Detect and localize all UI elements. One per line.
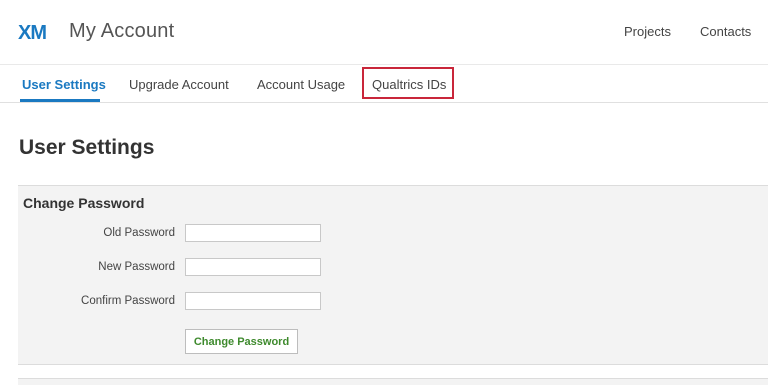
top-bar: XM My Account Projects Contacts bbox=[0, 0, 768, 64]
xm-logo[interactable]: XM bbox=[18, 21, 56, 43]
tab-account-usage[interactable]: Account Usage bbox=[257, 77, 345, 92]
old-password-label: Old Password bbox=[103, 227, 175, 239]
change-password-button[interactable]: Change Password bbox=[185, 329, 298, 354]
new-password-field[interactable] bbox=[185, 258, 321, 276]
change-password-title: Change Password bbox=[23, 195, 145, 211]
tab-upgrade-account[interactable]: Upgrade Account bbox=[129, 77, 229, 92]
tab-user-settings[interactable]: User Settings bbox=[22, 77, 106, 92]
new-password-label: New Password bbox=[98, 261, 175, 273]
qualtrics-ids-highlight bbox=[362, 67, 454, 99]
confirm-password-field[interactable] bbox=[185, 292, 321, 310]
change-password-panel: Change Password Old Password New Passwor… bbox=[18, 185, 768, 365]
app-title: My Account bbox=[69, 20, 175, 42]
nav-link-projects[interactable]: Projects bbox=[624, 24, 671, 39]
page-title: User Settings bbox=[19, 136, 155, 159]
nav-link-contacts[interactable]: Contacts bbox=[700, 24, 751, 39]
confirm-password-label: Confirm Password bbox=[81, 295, 175, 307]
old-password-field[interactable] bbox=[185, 224, 321, 242]
logo-text: XM bbox=[18, 22, 46, 43]
active-tab-indicator bbox=[20, 99, 100, 102]
